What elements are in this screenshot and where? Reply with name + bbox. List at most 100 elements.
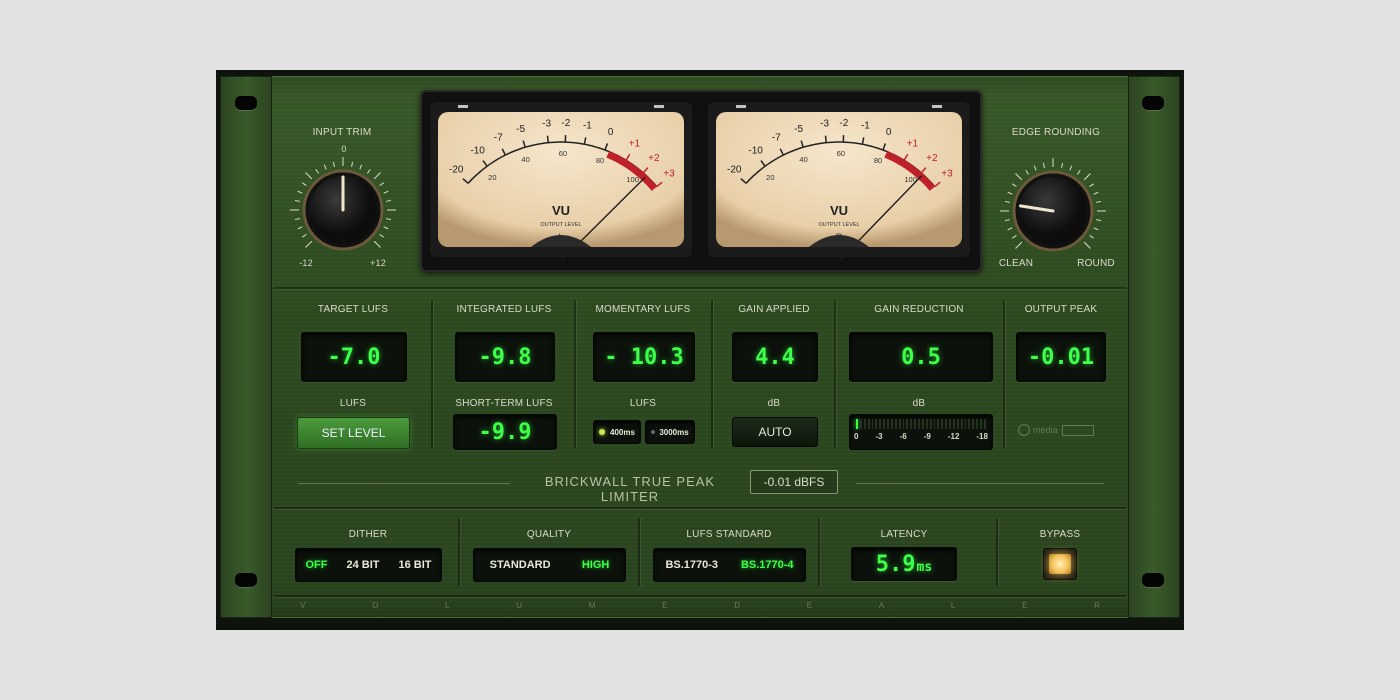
vu-scale-label: -7 xyxy=(772,133,781,144)
knob-tick xyxy=(383,190,389,194)
gr-meter-segment xyxy=(906,419,909,429)
vu-scale-label: -10 xyxy=(470,145,485,156)
knob-tick xyxy=(1011,235,1017,239)
gr-meter-segment xyxy=(867,419,870,429)
footer-letter: R xyxy=(1094,601,1100,610)
vu-tick xyxy=(824,135,827,143)
gr-meter-segment xyxy=(937,419,940,429)
vu-meter-r: -20-10-7-5 -3 -2 -10+1+2+320406080100VUOUTP… xyxy=(708,102,970,262)
column-divider xyxy=(574,300,576,448)
section-divider xyxy=(274,287,1126,289)
vu-scale-label: -20 xyxy=(449,165,464,176)
limiter-rule-right xyxy=(856,483,1104,484)
knob-tick xyxy=(383,226,389,230)
gr-meter-segment xyxy=(952,419,955,429)
column-divider xyxy=(711,300,713,448)
vu-percent-label: 40 xyxy=(799,155,807,164)
gr-meter-segment xyxy=(859,419,862,429)
quality-selector[interactable]: STANDARD HIGH xyxy=(473,548,626,582)
knob-tick xyxy=(367,168,371,174)
knob-tick xyxy=(297,226,303,230)
knob-tick xyxy=(386,199,392,202)
latency-value: 5.9 xyxy=(875,552,916,577)
column-divider xyxy=(818,518,820,586)
footer-letter: L xyxy=(445,601,450,610)
rack-screw-slot xyxy=(235,573,257,587)
dither-option[interactable]: 16 BIT xyxy=(398,559,431,571)
column-divider xyxy=(638,518,640,586)
vu-scale-label: +2 xyxy=(926,153,938,164)
gr-meter-segment xyxy=(929,419,932,429)
gr-meter-segment xyxy=(887,419,889,429)
integrated-lufs-label: INTEGRATED LUFS xyxy=(456,304,552,315)
vu-scale-label: -1 xyxy=(861,120,870,131)
footer-letter: E xyxy=(806,601,813,610)
lufs-standard-option[interactable]: BS.1770-3 xyxy=(665,559,718,571)
led-icon xyxy=(651,430,656,434)
column-divider xyxy=(834,300,836,448)
column-divider xyxy=(1003,300,1005,448)
limiter-rule-left xyxy=(298,483,510,484)
window-3000ms-button[interactable]: 3000ms xyxy=(645,420,695,444)
gr-meter-segment xyxy=(968,419,971,429)
vu-scale-label: +3 xyxy=(941,168,953,179)
knob-tick xyxy=(1061,162,1064,168)
knob-tick xyxy=(315,168,319,174)
quality-label: QUALITY xyxy=(526,529,572,540)
bypass-button[interactable] xyxy=(1043,548,1077,580)
footer-letter: V xyxy=(300,601,306,610)
target-lufs-unit: LUFS xyxy=(339,398,367,409)
rack-rail-right xyxy=(1128,76,1180,618)
gain-applied-unit: dB xyxy=(767,398,781,409)
vu-scale-label: +3 xyxy=(663,168,675,179)
vu-percent-label: 20 xyxy=(488,173,496,182)
knob-tick xyxy=(1042,162,1045,168)
limiter-ceiling-field[interactable]: -0.01 dBFS xyxy=(750,470,838,494)
edge-rounding-min-label: CLEAN xyxy=(998,258,1034,269)
knob-tick xyxy=(1096,219,1102,222)
knob-tick xyxy=(373,172,381,180)
quality-option[interactable]: HIGH xyxy=(582,559,610,571)
knob-tick xyxy=(332,161,335,167)
dither-selector[interactable]: OFF 24 BIT 16 BIT xyxy=(295,548,442,582)
vu-subtitle: OUTPUT LEVEL xyxy=(540,222,581,228)
window-400ms-label: 400ms xyxy=(610,427,635,437)
dither-option[interactable]: 24 BIT xyxy=(346,559,379,571)
knob-tick xyxy=(1083,173,1091,181)
vu-percent-label: 60 xyxy=(837,149,845,158)
gr-meter-segment xyxy=(914,419,916,429)
vu-scale-label: -2 xyxy=(839,118,848,129)
vu-percent-label: 20 xyxy=(766,173,774,182)
momentary-lufs-label: MOMENTARY LUFS xyxy=(595,304,691,315)
set-level-button[interactable]: SET LEVEL xyxy=(297,417,410,449)
vu-percent-label: 80 xyxy=(874,156,882,165)
vu-percent-label: 40 xyxy=(521,155,529,164)
vu-scale-label: -5 xyxy=(516,124,525,135)
knob-tick xyxy=(301,234,307,238)
auto-button[interactable]: AUTO xyxy=(732,417,818,447)
gain-applied-display: 4.4 xyxy=(732,332,818,382)
gr-meter-segment xyxy=(983,419,986,429)
input-trim-label: INPUT TRIM xyxy=(312,127,372,138)
quality-option[interactable]: STANDARD xyxy=(490,559,551,571)
window-400ms-button[interactable]: 400ms xyxy=(593,420,641,444)
knob-tick xyxy=(373,240,381,248)
vu-percent-label: 80 xyxy=(596,156,604,165)
target-lufs-label: TARGET LUFS xyxy=(317,304,389,315)
gr-meter-segment xyxy=(972,419,975,429)
section-divider xyxy=(274,595,1126,597)
edge-rounding-max-label: ROUND xyxy=(1077,258,1115,269)
gr-meter-segment xyxy=(863,419,866,429)
knob-tick xyxy=(379,234,385,238)
dither-option[interactable]: OFF xyxy=(305,559,327,571)
gr-scale-label: -18 xyxy=(976,432,988,441)
edge-rounding-knob[interactable] xyxy=(998,156,1108,266)
gr-meter-segment xyxy=(921,419,924,429)
lufs-standard-option[interactable]: BS.1770-4 xyxy=(741,559,794,571)
input-trim-knob[interactable] xyxy=(288,155,398,265)
gr-meter-segment xyxy=(894,419,897,429)
column-divider xyxy=(431,300,433,448)
gr-meter-segment xyxy=(980,419,982,429)
target-lufs-display[interactable]: -7.0 xyxy=(301,332,407,382)
lufs-standard-selector[interactable]: BS.1770-3 BS.1770-4 xyxy=(653,548,806,582)
